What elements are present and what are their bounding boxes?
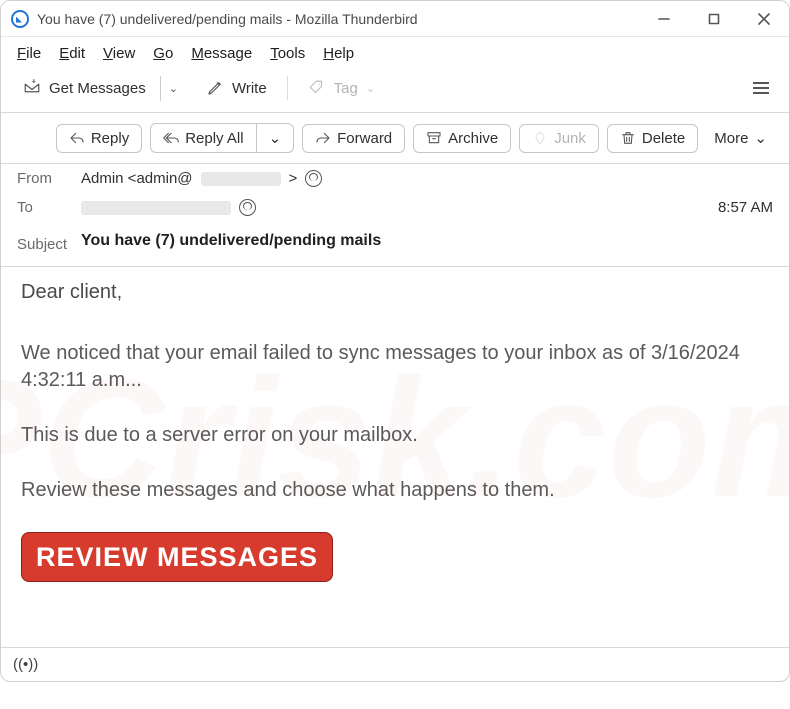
- statusbar: ((•)): [1, 647, 789, 681]
- app-menu-button[interactable]: [745, 74, 777, 102]
- junk-button[interactable]: Junk: [519, 124, 599, 153]
- get-messages-chevron[interactable]: ⌄: [160, 76, 186, 101]
- reply-all-button[interactable]: Reply All: [150, 123, 255, 153]
- menu-view[interactable]: View: [97, 41, 141, 66]
- review-messages-button[interactable]: REVIEW MESSAGES: [21, 532, 333, 582]
- main-toolbar: Get Messages ⌄ Write Tag ⌄: [1, 70, 789, 113]
- from-contact-icon[interactable]: [305, 170, 322, 187]
- close-button[interactable]: [739, 1, 789, 37]
- app-window: You have (7) undelivered/pending mails -…: [0, 0, 790, 682]
- delete-label: Delete: [642, 130, 685, 147]
- menubar: File Edit View Go Message Tools Help: [1, 37, 789, 70]
- more-label: More: [714, 130, 748, 147]
- to-contact-icon[interactable]: [239, 199, 256, 216]
- menu-message[interactable]: Message: [185, 41, 258, 66]
- message-time: 8:57 AM: [718, 199, 773, 216]
- write-button[interactable]: Write: [196, 74, 277, 102]
- archive-button[interactable]: Archive: [413, 124, 511, 153]
- message-header: From Admin <admin@ > To 8:57 AM Subject …: [1, 163, 789, 267]
- forward-button[interactable]: Forward: [302, 124, 405, 153]
- window-title: You have (7) undelivered/pending mails -…: [37, 11, 418, 27]
- body-p1: We noticed that your email failed to syn…: [21, 340, 769, 394]
- write-label: Write: [232, 80, 267, 97]
- maximize-button[interactable]: [689, 1, 739, 37]
- from-label: From: [17, 170, 81, 187]
- to-redacted: [81, 201, 231, 215]
- more-button[interactable]: More ⌄: [706, 124, 775, 152]
- subject-value: You have (7) undelivered/pending mails: [81, 228, 381, 260]
- thunderbird-icon: [11, 10, 29, 28]
- subject-label: Subject: [17, 236, 81, 253]
- minimize-button[interactable]: [639, 1, 689, 37]
- menu-tools[interactable]: Tools: [264, 41, 311, 66]
- menu-file[interactable]: File: [11, 41, 47, 66]
- reply-button[interactable]: Reply: [56, 124, 142, 153]
- junk-label: Junk: [554, 130, 586, 147]
- reply-all-label: Reply All: [185, 130, 243, 147]
- menu-help[interactable]: Help: [317, 41, 360, 66]
- get-messages-button[interactable]: Get Messages: [13, 74, 156, 102]
- get-messages-label: Get Messages: [49, 80, 146, 97]
- body-p2: This is due to a server error on your ma…: [21, 422, 769, 449]
- connection-indicator[interactable]: ((•)): [13, 656, 38, 673]
- titlebar: You have (7) undelivered/pending mails -…: [1, 1, 789, 37]
- to-value: [81, 199, 256, 216]
- reply-all-chevron[interactable]: ⌄: [256, 123, 295, 153]
- tag-button[interactable]: Tag ⌄: [298, 74, 385, 102]
- menu-go[interactable]: Go: [147, 41, 179, 66]
- from-redacted: [201, 172, 281, 186]
- to-label: To: [17, 199, 81, 216]
- archive-label: Archive: [448, 130, 498, 147]
- watermark: PCrisk.com: [1, 267, 789, 646]
- forward-label: Forward: [337, 130, 392, 147]
- message-actions: Reply Reply All ⌄ Forward Archive Junk D…: [1, 113, 789, 163]
- tag-label: Tag: [334, 80, 358, 97]
- delete-button[interactable]: Delete: [607, 124, 698, 153]
- reply-label: Reply: [91, 130, 129, 147]
- reply-all-group: Reply All ⌄: [150, 123, 294, 153]
- menu-edit[interactable]: Edit: [53, 41, 91, 66]
- message-body: PCrisk.com Dear client, We noticed that …: [1, 267, 789, 647]
- from-value: Admin <admin@ >: [81, 170, 322, 187]
- body-salutation: Dear client,: [21, 279, 769, 306]
- body-p3: Review these messages and choose what ha…: [21, 477, 769, 504]
